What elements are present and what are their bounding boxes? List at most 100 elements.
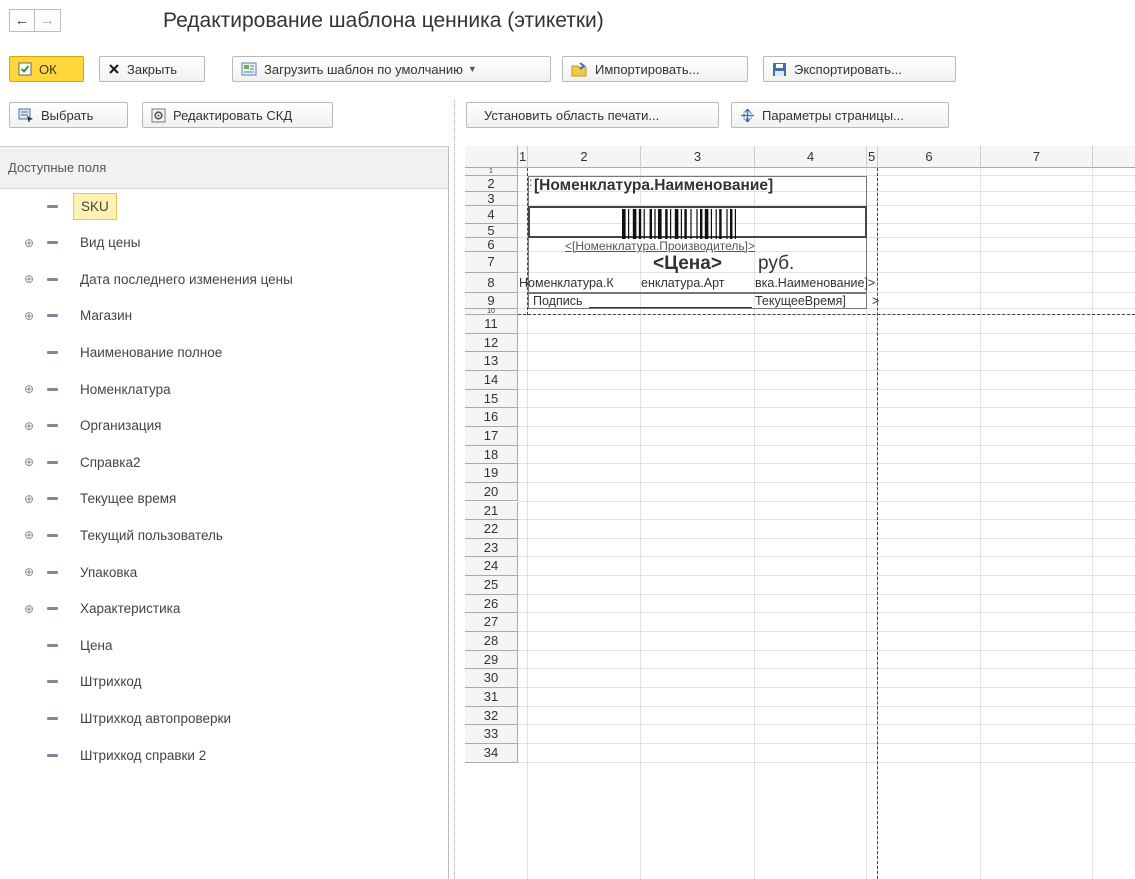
column-header[interactable]: 5 — [867, 146, 878, 168]
column-header[interactable]: 4 — [755, 146, 867, 168]
price-field[interactable]: <Цена> — [653, 253, 722, 275]
ok-button[interactable]: ОК — [9, 56, 84, 82]
set-print-area-button[interactable]: Установить область печати... — [466, 102, 719, 128]
field-attribute-icon — [47, 460, 58, 464]
import-button[interactable]: Импортировать... — [562, 56, 748, 82]
row-header[interactable]: 2 — [465, 176, 518, 192]
row-header[interactable]: 29 — [465, 650, 518, 670]
field-label: Справка2 — [80, 454, 141, 470]
expand-icon[interactable]: ⊕ — [24, 602, 36, 616]
row-header[interactable]: 28 — [465, 632, 518, 651]
row-header[interactable]: 31 — [465, 688, 518, 707]
field-item[interactable]: Штрихкод — [0, 667, 440, 697]
field-item[interactable]: Наименование полное — [0, 337, 440, 367]
row-header[interactable]: 13 — [465, 352, 518, 371]
row-header[interactable]: 21 — [465, 501, 518, 521]
field-item[interactable]: SKU — [0, 191, 440, 221]
field-label: Штрихкод справки 2 — [80, 747, 207, 763]
edit-skd-button[interactable]: Редактировать СКД — [142, 102, 333, 128]
field-item[interactable]: ⊕ Вид цены — [0, 228, 440, 258]
manufacturer-field[interactable]: <[Номенклатура.Производитель]> — [565, 239, 755, 253]
field-item[interactable]: Штрихкод справки 2 — [0, 740, 440, 770]
grid-line — [518, 388, 1135, 390]
article-field-part[interactable]: Номенклатура.К — [519, 276, 614, 290]
row-header[interactable]: 8 — [465, 273, 518, 293]
expand-icon[interactable]: ⊕ — [24, 528, 36, 542]
row-header[interactable]: 34 — [465, 743, 518, 763]
row-header[interactable]: 5 — [465, 224, 518, 238]
expand-icon[interactable]: ⊕ — [24, 455, 36, 469]
article-field-part[interactable]: вка.Наименование]> — [755, 276, 875, 290]
expand-icon[interactable]: ⊕ — [24, 492, 36, 506]
row-header[interactable]: 22 — [465, 520, 518, 539]
row-header[interactable]: 7 — [465, 252, 518, 273]
expand-icon[interactable]: ⊕ — [24, 309, 36, 323]
field-item[interactable]: ⊕ Текущее время — [0, 484, 440, 514]
row-header[interactable]: 11 — [465, 315, 518, 334]
field-item[interactable]: Цена — [0, 630, 440, 660]
barcode-bar — [658, 209, 662, 239]
row-header[interactable]: 19 — [465, 464, 518, 483]
template-spreadsheet[interactable]: 1234567812345678910111213141516171819202… — [465, 146, 1135, 879]
column-header[interactable]: 2 — [528, 146, 641, 168]
load-default-template-button[interactable]: Загрузить шаблон по умолчанию ▼ — [232, 56, 551, 82]
field-item[interactable]: ⊕ Организация — [0, 411, 440, 441]
expand-icon[interactable]: ⊕ — [24, 382, 36, 396]
column-header[interactable]: 1 — [518, 146, 528, 168]
expand-icon[interactable]: ⊕ — [24, 272, 36, 286]
field-item[interactable]: ⊕ Характеристика — [0, 594, 440, 624]
row-header[interactable]: 3 — [465, 192, 518, 206]
close-button[interactable]: Закрыть — [99, 56, 205, 82]
column-header[interactable]: 7 — [981, 146, 1093, 168]
field-attribute-icon — [47, 570, 58, 574]
field-item[interactable]: ⊕ Магазин — [0, 301, 440, 331]
expand-icon[interactable]: ⊕ — [24, 565, 36, 579]
barcode-bar — [704, 209, 709, 239]
article-field-part[interactable]: енклатура.Арт — [641, 276, 725, 290]
row-header[interactable]: 16 — [465, 408, 518, 427]
expand-icon[interactable]: ⊕ — [24, 419, 36, 433]
row-header[interactable]: 26 — [465, 594, 518, 614]
field-item[interactable]: ⊕ Справка2 — [0, 447, 440, 477]
row-header[interactable]: 23 — [465, 538, 518, 558]
row-header[interactable]: 15 — [465, 389, 518, 409]
row-header[interactable]: 17 — [465, 426, 518, 446]
field-item[interactable]: ⊕ Дата последнего изменения цены — [0, 264, 440, 294]
grid-line — [518, 519, 1135, 521]
name-field[interactable]: [Номенклатура.Наименование] — [534, 177, 773, 195]
field-item[interactable]: Штрихкод автопроверки — [0, 703, 440, 733]
field-item[interactable]: ⊕ Текущий пользователь — [0, 520, 440, 550]
panel-splitter[interactable] — [454, 100, 455, 879]
page-parameters-button[interactable]: Параметры страницы... — [731, 102, 949, 128]
row-header[interactable]: 30 — [465, 669, 518, 688]
row-header[interactable]: 25 — [465, 576, 518, 595]
row-header[interactable]: 20 — [465, 482, 518, 502]
sheet-corner[interactable] — [465, 146, 518, 168]
row-header[interactable]: 12 — [465, 333, 518, 353]
barcode-bar — [632, 209, 637, 239]
row-header[interactable]: 14 — [465, 370, 518, 390]
column-header[interactable]: 8 — [1093, 146, 1135, 168]
column-header[interactable]: 3 — [641, 146, 755, 168]
row-header[interactable]: 18 — [465, 445, 518, 465]
field-attribute-icon — [47, 716, 58, 720]
row-header[interactable]: 1 — [465, 168, 518, 176]
row-header[interactable]: 6 — [465, 238, 518, 252]
back-button[interactable]: ← — [9, 9, 35, 32]
row-header[interactable]: 24 — [465, 557, 518, 577]
select-field-button[interactable]: Выбрать — [9, 102, 128, 128]
row-header[interactable]: 33 — [465, 725, 518, 744]
row-header[interactable]: 4 — [465, 206, 518, 224]
field-item[interactable]: ⊕ Номенклатура — [0, 374, 440, 404]
row-header[interactable]: 32 — [465, 706, 518, 726]
barcode-bar — [690, 209, 692, 239]
row-header[interactable]: 27 — [465, 613, 518, 633]
current-time-field[interactable]: ТекущееВремя] — [755, 294, 846, 308]
expand-icon[interactable]: ⊕ — [24, 236, 36, 250]
export-button[interactable]: Экспортировать... — [763, 56, 956, 82]
column-header[interactable]: 6 — [878, 146, 981, 168]
row-header[interactable]: 9 — [465, 293, 518, 309]
field-item[interactable]: ⊕ Упаковка — [0, 557, 440, 587]
available-fields-panel: Доступные поля SKU ⊕ Вид цены ⊕ Дата последн… — [0, 146, 449, 879]
forward-button[interactable]: → — [35, 9, 61, 32]
